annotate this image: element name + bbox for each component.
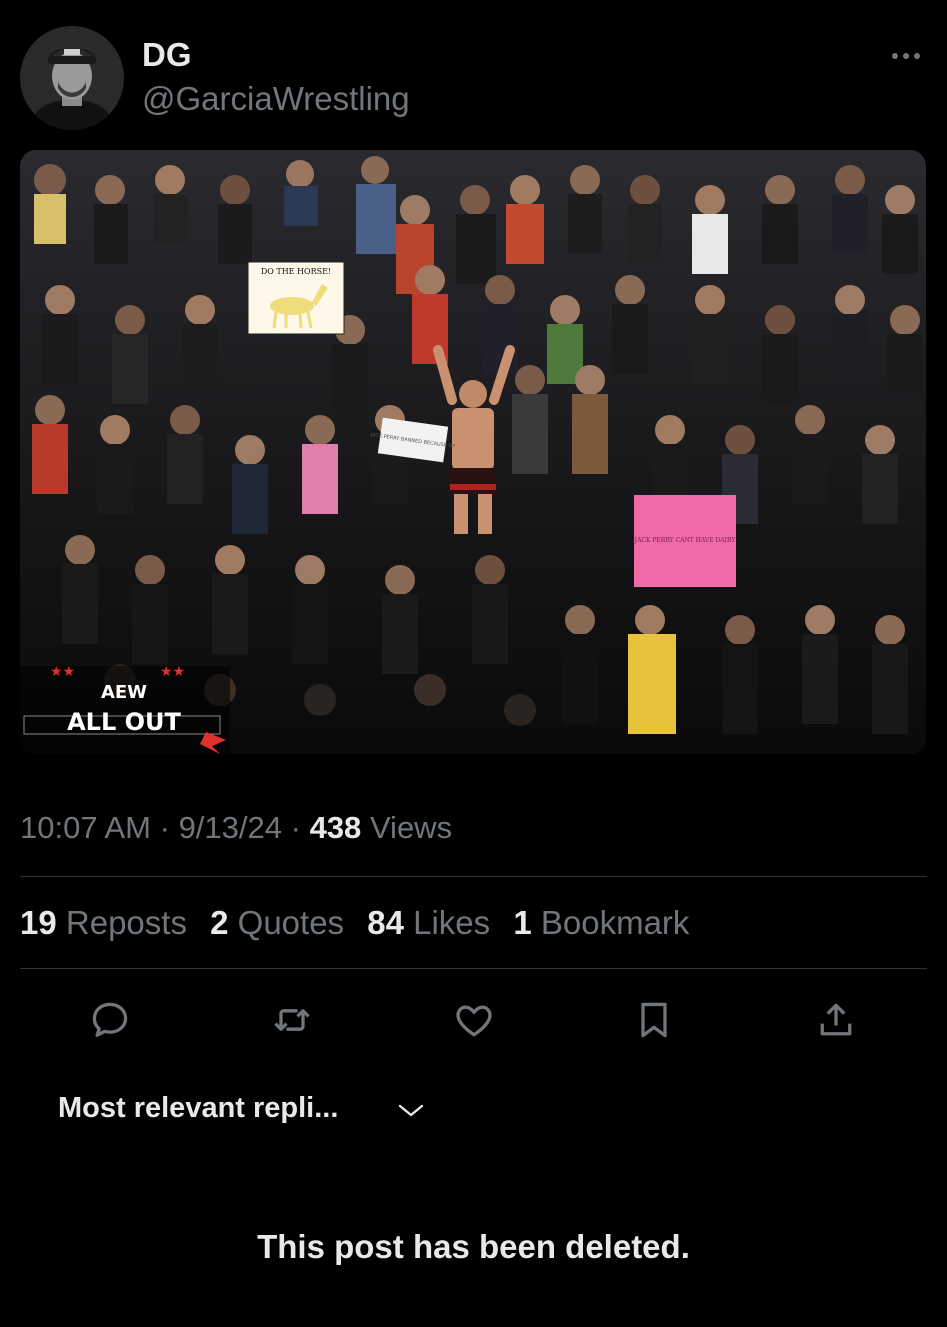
engagement-stats: 19 Reposts 2 Quotes 84 Likes 1 Bookmark xyxy=(20,904,703,942)
logo-event: ALL OUT xyxy=(67,708,181,736)
action-bar xyxy=(0,990,947,1050)
reply-button[interactable] xyxy=(80,990,140,1050)
meta-separator: · xyxy=(159,810,170,845)
divider xyxy=(20,968,927,969)
deleted-post-notice: This post has been deleted. xyxy=(257,1228,690,1265)
views-label: Views xyxy=(369,810,453,845)
horse-sign: DO THE HORSE! xyxy=(247,261,345,335)
author-handle[interactable]: @GarciaWrestling xyxy=(142,80,410,118)
post-date[interactable]: 9/13/24 xyxy=(179,810,282,845)
replies-sort-dropdown[interactable]: Most relevant repli... xyxy=(58,1092,338,1125)
post-metadata: 10:07 AM · 9/13/24 · 438 Views xyxy=(20,810,452,846)
reposts-stat[interactable]: 19 Reposts xyxy=(20,904,187,941)
divider xyxy=(20,876,927,877)
likes-stat[interactable]: 84 Likes xyxy=(367,904,490,941)
meta-separator: · xyxy=(290,810,301,845)
post-header: DG @GarciaWrestling xyxy=(0,0,947,140)
pink-sign-text: JACK PERRY CANT HAVE DAIRY xyxy=(634,537,737,544)
bookmark-icon xyxy=(641,1002,667,1038)
reply-icon xyxy=(92,1002,128,1037)
avatar[interactable] xyxy=(20,26,124,130)
bookmarks-stat[interactable]: 1 Bookmark xyxy=(513,904,689,941)
share-icon xyxy=(820,1003,852,1036)
bookmark-button[interactable] xyxy=(624,990,684,1050)
like-button[interactable] xyxy=(444,990,504,1050)
svg-text:★★: ★★ xyxy=(50,664,75,680)
like-icon xyxy=(456,1005,492,1037)
post-photo[interactable]: DO THE HORSE! JACK PERRY BANNED BECAUSE … xyxy=(20,150,926,754)
aew-all-out-logo: ★★ AEW ★★ ALL OUT xyxy=(20,664,230,754)
share-button[interactable] xyxy=(806,990,866,1050)
avatar-image xyxy=(20,26,124,130)
logo-brand: AEW xyxy=(101,682,147,703)
repost-button[interactable] xyxy=(262,990,322,1050)
more-options-icon[interactable] xyxy=(886,44,926,68)
repost-icon xyxy=(274,1009,310,1031)
svg-text:★★: ★★ xyxy=(160,664,185,680)
chevron-down-icon[interactable] xyxy=(396,1098,426,1122)
author-display-name[interactable]: DG xyxy=(142,36,192,74)
views-count: 438 xyxy=(309,810,362,845)
quotes-stat[interactable]: 2 Quotes xyxy=(210,904,344,941)
post-time[interactable]: 10:07 AM xyxy=(20,810,151,845)
pink-sign: JACK PERRY CANT HAVE DAIRY xyxy=(634,495,737,587)
crowd-photo: DO THE HORSE! JACK PERRY BANNED BECAUSE … xyxy=(20,150,926,754)
horse-sign-text: DO THE HORSE! xyxy=(261,267,331,276)
